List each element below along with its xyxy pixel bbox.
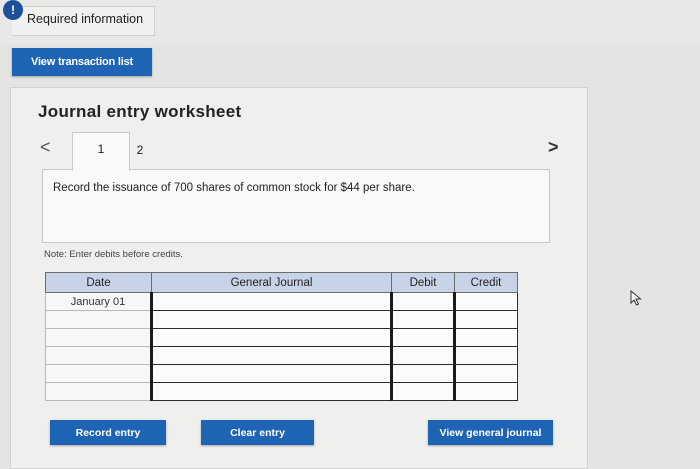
alert-icon: !	[3, 0, 23, 20]
credit-input[interactable]	[453, 310, 518, 329]
credit-input[interactable]	[453, 364, 518, 383]
date-cell[interactable]	[45, 364, 152, 383]
prev-entry-icon[interactable]: <	[40, 137, 51, 158]
table-row	[45, 328, 518, 347]
tab-entry-1[interactable]: 1	[72, 132, 130, 171]
credit-input[interactable]	[453, 292, 518, 311]
account-input[interactable]	[150, 346, 392, 365]
credit-input[interactable]	[453, 346, 518, 365]
next-entry-icon[interactable]: >	[548, 137, 559, 158]
instruction-box	[42, 169, 550, 243]
debit-input[interactable]	[390, 346, 455, 365]
debit-input[interactable]	[390, 364, 455, 383]
date-cell[interactable]	[45, 328, 152, 347]
mouse-pointer-icon	[630, 290, 642, 306]
debit-input[interactable]	[390, 310, 455, 329]
table-row	[45, 346, 518, 365]
date-cell[interactable]: January 01	[45, 292, 152, 311]
table-row	[45, 310, 518, 329]
required-info-label[interactable]: Required information	[27, 12, 143, 26]
credit-input[interactable]	[453, 382, 518, 401]
instruction-text: Record the issuance of 700 shares of com…	[53, 182, 415, 194]
credit-header: Credit	[454, 272, 518, 293]
account-input[interactable]	[150, 382, 392, 401]
view-general-journal-button[interactable]: View general journal	[428, 420, 553, 445]
general-journal-header: General Journal	[151, 272, 392, 293]
account-input[interactable]	[150, 310, 392, 329]
debit-input[interactable]	[390, 382, 455, 401]
table-row	[45, 364, 518, 383]
date-cell[interactable]	[45, 310, 152, 329]
table-row: January 01	[45, 292, 518, 311]
account-input[interactable]	[150, 292, 392, 311]
record-entry-button[interactable]: Record entry	[50, 420, 166, 445]
view-transaction-list-button[interactable]: View transaction list	[12, 48, 152, 76]
worksheet-title: Journal entry worksheet	[38, 102, 242, 121]
account-input[interactable]	[150, 328, 392, 347]
debit-header: Debit	[391, 272, 455, 293]
tab-entry-2[interactable]: 2	[128, 138, 152, 162]
credit-input[interactable]	[453, 328, 518, 347]
debit-input[interactable]	[390, 328, 455, 347]
clear-entry-button[interactable]: Clear entry	[201, 420, 314, 445]
account-input[interactable]	[150, 364, 392, 383]
debit-input[interactable]	[390, 292, 455, 311]
date-cell[interactable]	[45, 382, 152, 401]
date-header: Date	[45, 272, 152, 293]
date-cell[interactable]	[45, 346, 152, 365]
note-text: Note: Enter debits before credits.	[44, 249, 183, 260]
table-row	[45, 382, 518, 401]
journal-table: Date General Journal Debit Credit Januar…	[45, 272, 518, 401]
table-header-row: Date General Journal Debit Credit	[45, 272, 518, 293]
